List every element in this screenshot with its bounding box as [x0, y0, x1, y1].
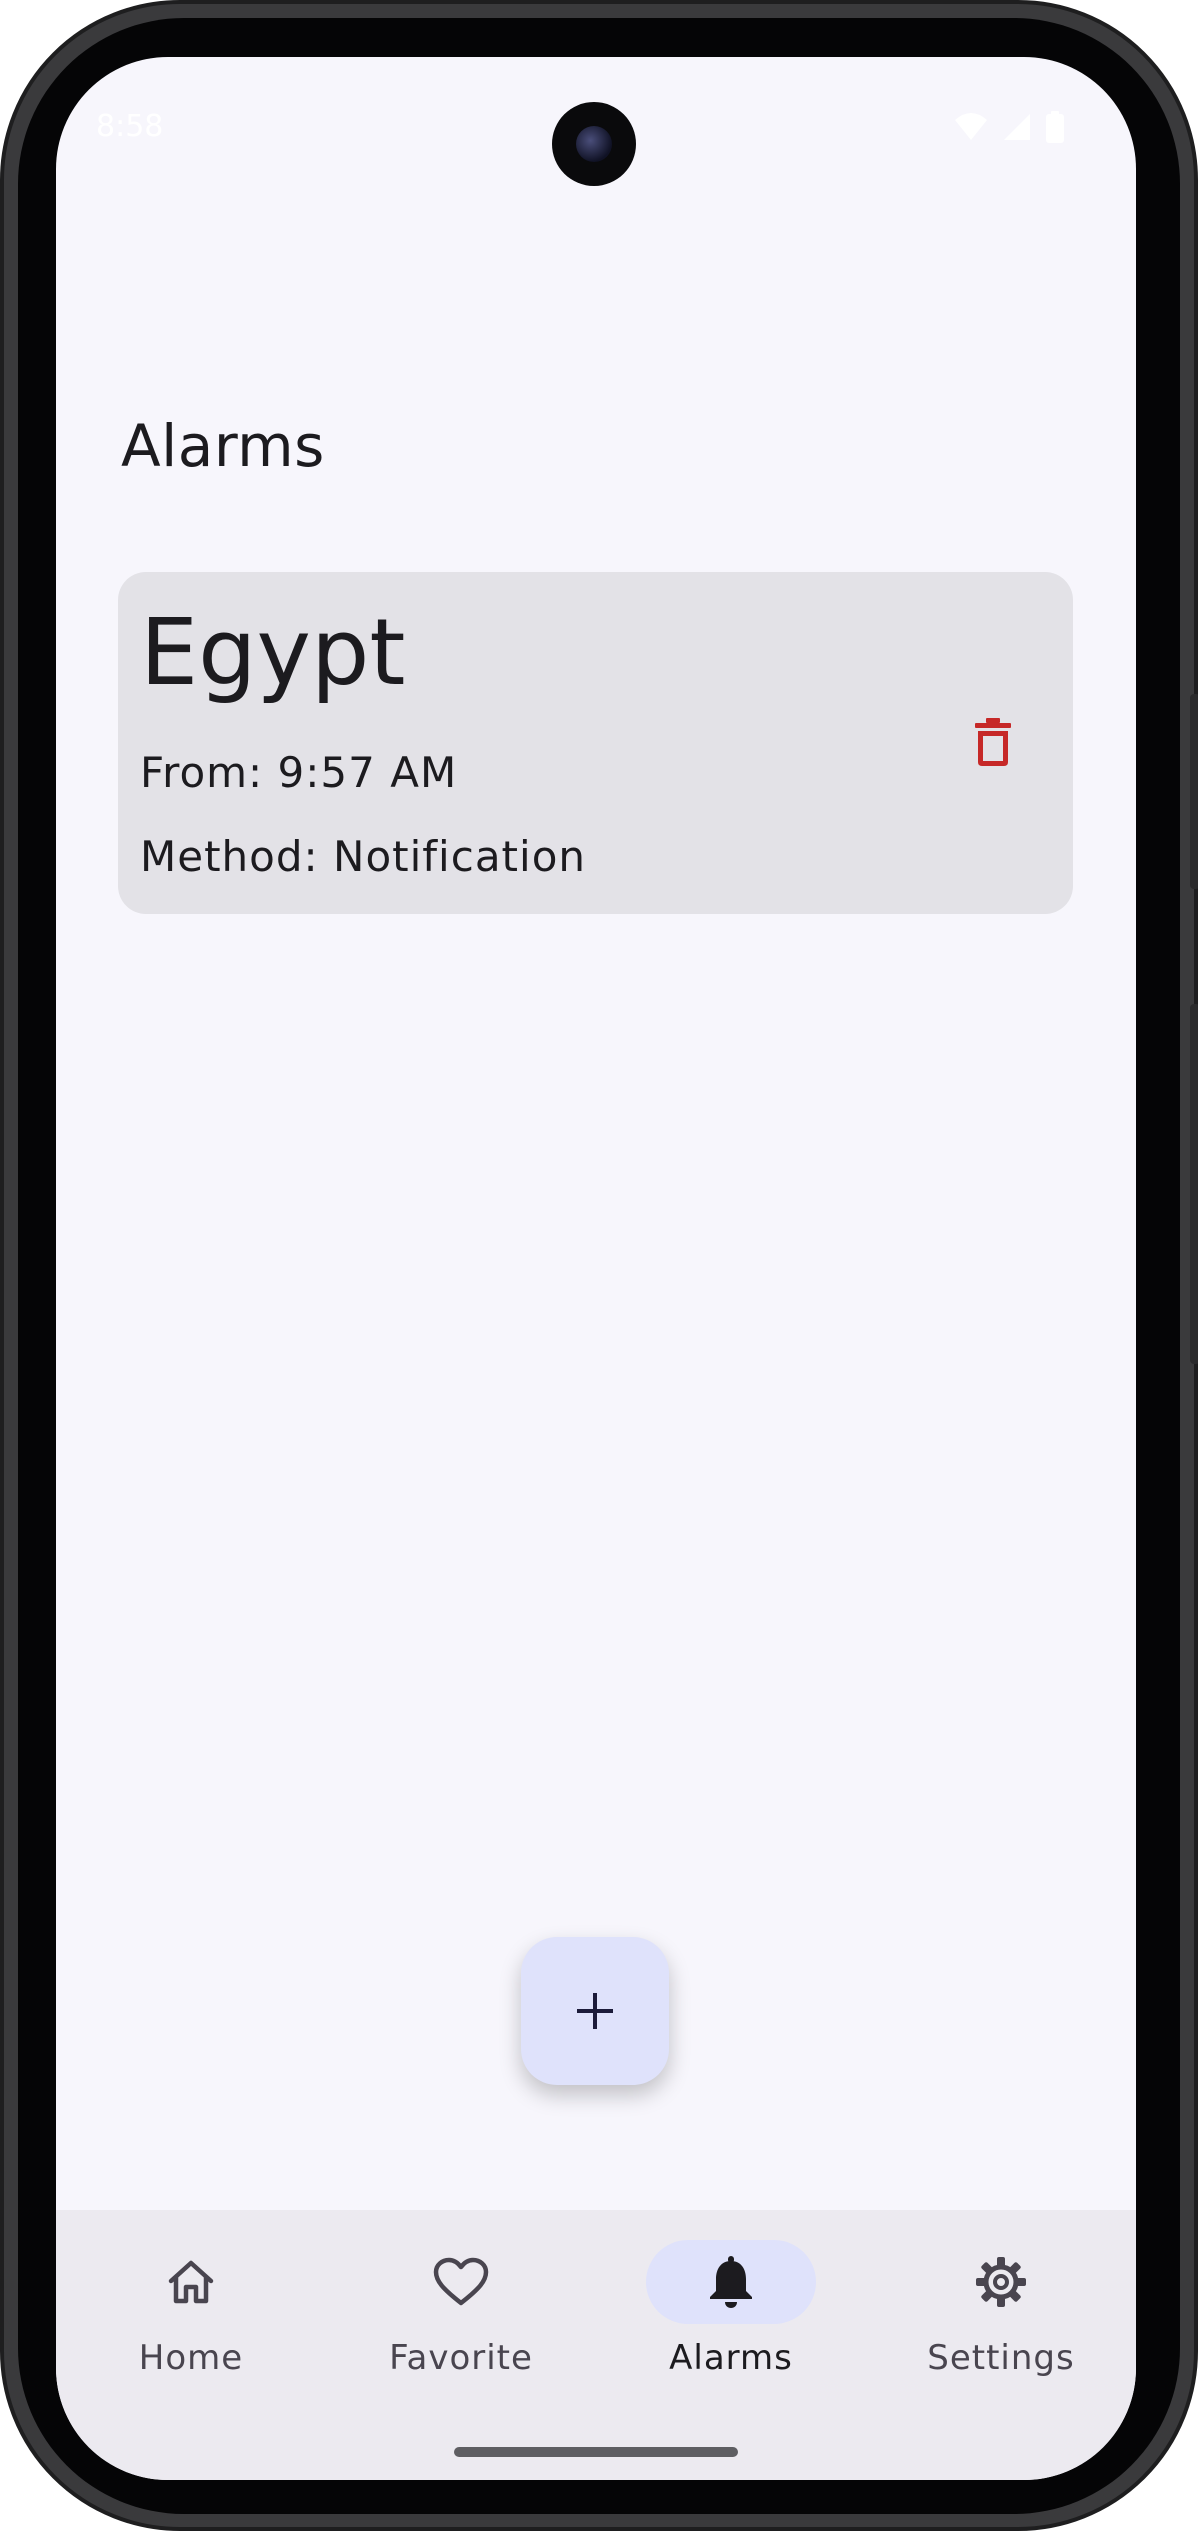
wifi-icon [955, 113, 987, 140]
nav-item-favorite[interactable]: Favorite [326, 2210, 596, 2410]
camera-lens [576, 126, 612, 162]
nav-indicator-alarms [646, 2240, 816, 2324]
alarm-card[interactable]: Egypt From: 9:57 AM Method: Notification [118, 572, 1073, 914]
app-screen: 8:58 Alarms Egypt From: 9:57 AM Method: … [56, 57, 1136, 2480]
heart-icon [433, 2257, 489, 2306]
nav-item-home[interactable]: Home [56, 2210, 326, 2410]
nav-label-favorite: Favorite [389, 2338, 533, 2378]
home-icon [168, 2260, 214, 2304]
volume-button [1190, 694, 1198, 889]
nav-indicator-settings [916, 2240, 1086, 2324]
alarm-method: Method: Notification [140, 832, 587, 881]
trash-icon [975, 718, 1011, 766]
nav-label-home: Home [138, 2338, 244, 2378]
nav-item-alarms[interactable]: Alarms [596, 2210, 866, 2410]
gesture-home-bar[interactable] [454, 2447, 738, 2457]
nav-indicator-favorite [376, 2240, 546, 2324]
gear-icon [976, 2257, 1026, 2307]
status-time: 8:58 [96, 109, 164, 144]
power-button [1190, 1004, 1198, 1364]
nav-label-alarms: Alarms [669, 2338, 793, 2378]
nav-item-settings[interactable]: Settings [866, 2210, 1136, 2410]
alarm-city: Egypt [140, 599, 406, 706]
add-alarm-button[interactable] [521, 1937, 669, 2085]
plus-icon [577, 1993, 613, 2029]
front-camera [552, 102, 636, 186]
bottom-navigation: Home Favorite Alarms Settings [56, 2210, 1136, 2480]
nav-indicator-home [106, 2240, 276, 2324]
signal-icon [1004, 114, 1030, 140]
battery-icon [1046, 111, 1064, 143]
bell-icon [710, 2256, 752, 2308]
status-icons [954, 111, 1064, 143]
nav-label-settings: Settings [927, 2338, 1075, 2378]
alarm-from-time: From: 9:57 AM [140, 748, 458, 797]
page-title: Alarms [121, 412, 325, 480]
delete-alarm-button[interactable] [968, 712, 1018, 772]
